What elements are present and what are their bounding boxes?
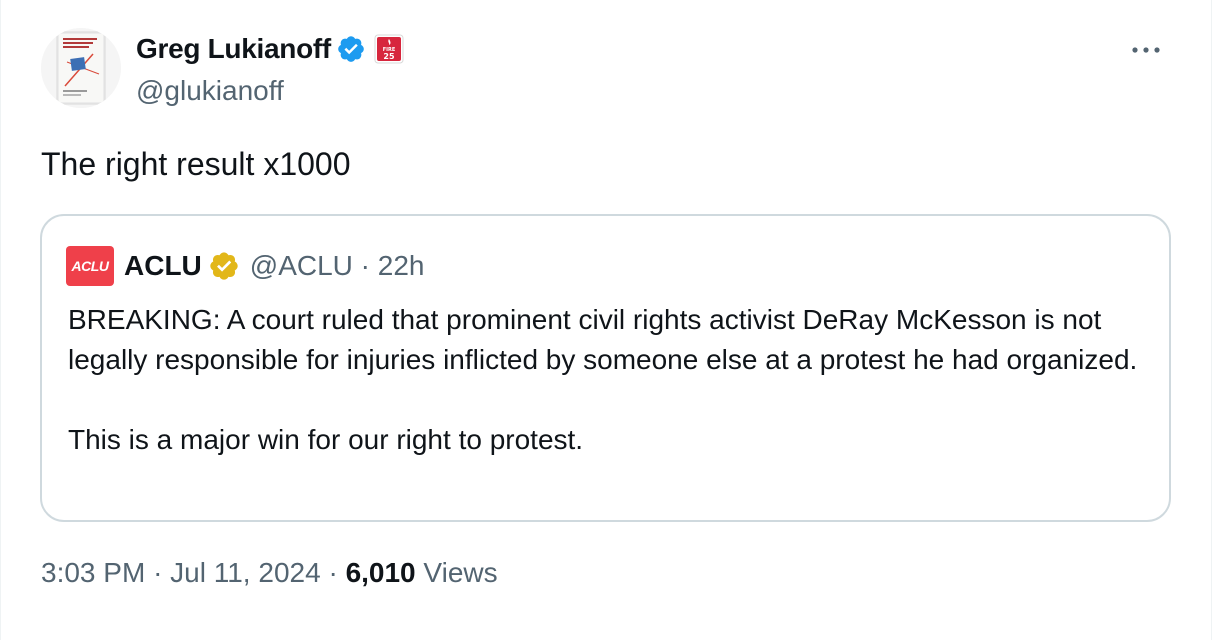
fire-affiliate-badge-icon[interactable]: FIRE 25 (374, 34, 404, 64)
author-avatar[interactable] (41, 28, 121, 108)
quoted-separator: · (360, 250, 370, 281)
affiliate-badge-text-25: 25 (383, 52, 395, 61)
meta-separator: · (153, 557, 163, 588)
quoted-avatar[interactable]: ACLU (66, 246, 114, 286)
views-label: Views (423, 557, 498, 588)
tweet-text: The right result x1000 (41, 146, 351, 182)
views-count: 6,010 (345, 557, 416, 588)
quoted-paragraph: BREAKING: A court ruled that prominent c… (68, 304, 1138, 375)
gold-verified-badge-icon[interactable] (208, 250, 240, 282)
author-handle[interactable]: @glukianoff (136, 75, 284, 107)
tweet-date[interactable]: Jul 11, 2024 (170, 557, 321, 588)
quoted-display-name[interactable]: ACLU (124, 250, 202, 282)
quoted-tweet-header: ACLU ACLU @ACLU · 22h (66, 246, 425, 286)
quoted-handle[interactable]: @ACLU (250, 250, 353, 281)
more-options-icon[interactable] (1129, 36, 1163, 64)
quoted-paragraph: This is a major win for our right to pro… (68, 424, 584, 455)
book-cover-avatar-icon (41, 28, 121, 108)
verified-badge-icon[interactable] (336, 34, 366, 64)
tweet-time[interactable]: 3:03 PM (41, 557, 145, 588)
quoted-time-ago[interactable]: 22h (378, 250, 425, 281)
quoted-handle-line: @ACLU · 22h (250, 250, 425, 282)
author-name-row: Greg Lukianoff FIRE 25 (136, 31, 404, 67)
meta-separator: · (328, 557, 338, 588)
tweet-meta: 3:03 PM · Jul 11, 2024 · 6,010 Views (41, 557, 498, 589)
quoted-tweet[interactable]: ACLU ACLU @ACLU · 22h BREAKING: A court … (40, 214, 1171, 522)
quoted-tweet-body: BREAKING: A court ruled that prominent c… (68, 300, 1148, 460)
tweet-card: Greg Lukianoff FIRE 25 @glukianoff The r… (0, 0, 1212, 640)
author-display-name[interactable]: Greg Lukianoff (136, 33, 331, 65)
